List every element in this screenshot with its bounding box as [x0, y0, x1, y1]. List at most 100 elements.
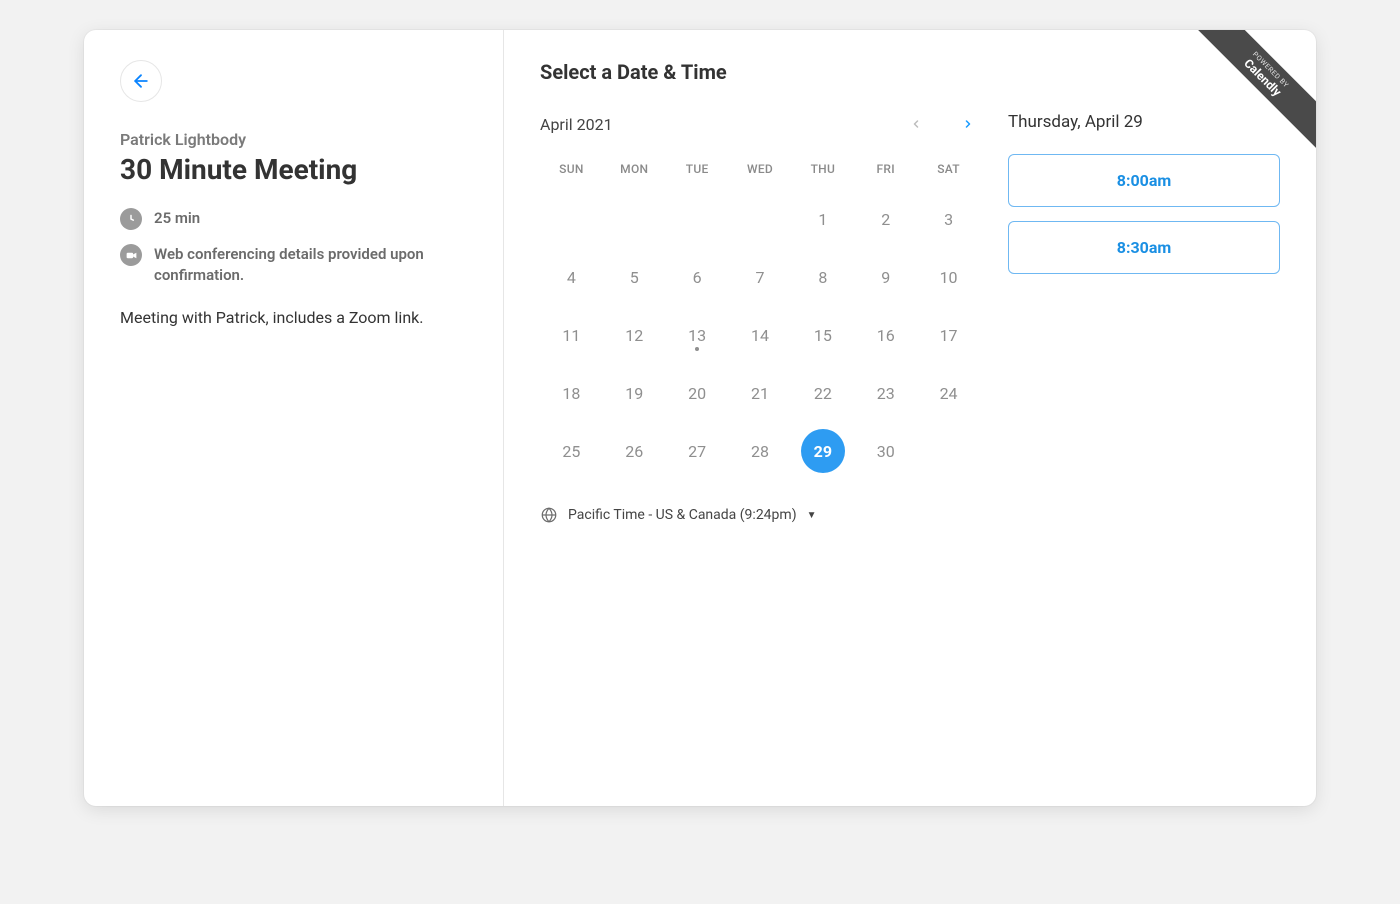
timeslot-button[interactable]: 8:00am — [1008, 154, 1280, 207]
calendar-day[interactable]: 10 — [917, 255, 980, 299]
calendar-day[interactable]: 20 — [666, 371, 729, 415]
dow-sat: SAT — [917, 156, 980, 190]
day-number: 25 — [549, 429, 593, 473]
day-number: 4 — [549, 255, 593, 299]
day-number: 28 — [738, 429, 782, 473]
calendar-week: 18 19 20 21 22 23 24 — [540, 364, 980, 422]
day-number: 22 — [801, 371, 845, 415]
host-name: Patrick Lightbody — [120, 130, 467, 149]
calendar-day[interactable]: 4 — [540, 255, 603, 299]
dow-fri: FRI — [854, 156, 917, 190]
video-icon — [120, 244, 142, 266]
calendar-day[interactable]: 2 — [854, 197, 917, 241]
clock-icon — [120, 208, 142, 230]
caret-down-icon: ▼ — [807, 510, 817, 521]
dow-mon: MON — [603, 156, 666, 190]
calendar-day[interactable]: 16 — [854, 313, 917, 357]
day-number: 15 — [801, 313, 845, 357]
calendar-day[interactable]: 9 — [854, 255, 917, 299]
day-number: 11 — [549, 313, 593, 357]
calendar-day[interactable]: 22 — [791, 371, 854, 415]
day-number: 8 — [801, 255, 845, 299]
duration-row: 25 min — [120, 208, 467, 230]
day-number: 2 — [864, 197, 908, 241]
timezone-selector[interactable]: Pacific Time - US & Canada (9:24pm) ▼ — [540, 506, 980, 524]
calendar-day[interactable]: 26 — [603, 429, 666, 473]
day-number: 12 — [612, 313, 656, 357]
calendar-day[interactable]: 19 — [603, 371, 666, 415]
calendar-day[interactable]: 17 — [917, 313, 980, 357]
calendar-day[interactable]: 5 — [603, 255, 666, 299]
select-date-time-title: Select a Date & Time — [540, 60, 1280, 84]
calendar-grid: 1234567891011121314151617181920212223242… — [540, 190, 980, 480]
booking-card: POWERED BY Calendly Patrick Lightbody 30… — [84, 30, 1316, 806]
calendar-day[interactable]: 6 — [666, 255, 729, 299]
calendar-day[interactable]: 12 — [603, 313, 666, 357]
calendar: April 2021 SUN MON TUE WED T — [540, 112, 980, 524]
date-time-panel: Select a Date & Time April 2021 — [504, 30, 1316, 806]
day-number: 19 — [612, 371, 656, 415]
calendar-header: April 2021 — [540, 112, 980, 136]
chevron-left-icon — [910, 118, 922, 130]
calendar-day[interactable]: 1 — [791, 197, 854, 241]
timeslot-list: 8:00am 8:30am — [1008, 154, 1280, 274]
arrow-left-icon — [131, 71, 151, 91]
dow-sun: SUN — [540, 156, 603, 190]
calendar-day[interactable]: 28 — [729, 429, 792, 473]
back-button[interactable] — [120, 60, 162, 102]
selected-date-label: Thursday, April 29 — [1008, 112, 1280, 132]
day-number: 27 — [675, 429, 719, 473]
calendar-day[interactable]: 24 — [917, 371, 980, 415]
day-number: 10 — [927, 255, 971, 299]
day-number: 1 — [801, 197, 845, 241]
location-row: Web conferencing details provided upon c… — [120, 244, 467, 286]
chevron-right-icon — [962, 118, 974, 130]
calendar-day[interactable]: 29 — [791, 429, 854, 473]
calendar-day[interactable]: 7 — [729, 255, 792, 299]
calendar-week: 123 — [540, 190, 980, 248]
calendar-day[interactable]: 3 — [917, 197, 980, 241]
next-month-button[interactable] — [956, 112, 980, 136]
day-number: 30 — [864, 429, 908, 473]
dow-wed: WED — [729, 156, 792, 190]
calendar-day[interactable]: 15 — [791, 313, 854, 357]
day-number: 24 — [927, 371, 971, 415]
timeslot-button[interactable]: 8:30am — [1008, 221, 1280, 274]
calendar-day[interactable]: 23 — [854, 371, 917, 415]
day-number: 20 — [675, 371, 719, 415]
calendar-day[interactable]: 27 — [666, 429, 729, 473]
calendar-day[interactable]: 25 — [540, 429, 603, 473]
timezone-label: Pacific Time - US & Canada (9:24pm) — [568, 507, 797, 523]
prev-month-button[interactable] — [904, 112, 928, 136]
calendar-day[interactable]: 14 — [729, 313, 792, 357]
day-number: 18 — [549, 371, 593, 415]
calendar-day[interactable]: 8 — [791, 255, 854, 299]
dow-thu: THU — [791, 156, 854, 190]
calendar-week: 25 26 27 28 29 30 — [540, 422, 980, 480]
day-number: 9 — [864, 255, 908, 299]
calendar-day[interactable]: 11 — [540, 313, 603, 357]
location-text: Web conferencing details provided upon c… — [154, 244, 467, 286]
globe-icon — [540, 506, 558, 524]
day-number: 21 — [738, 371, 782, 415]
calendar-week: 456789 10 — [540, 248, 980, 306]
event-description: Meeting with Patrick, includes a Zoom li… — [120, 306, 467, 330]
calendar-day[interactable]: 21 — [729, 371, 792, 415]
calendar-day[interactable]: 13 — [666, 313, 729, 357]
weekday-header: SUN MON TUE WED THU FRI SAT — [540, 156, 980, 190]
day-number: 29 — [801, 429, 845, 473]
calendar-week: 11 121314 15 16 17 — [540, 306, 980, 364]
day-number: 26 — [612, 429, 656, 473]
day-number: 17 — [927, 313, 971, 357]
calendar-day[interactable]: 18 — [540, 371, 603, 415]
day-number: 16 — [864, 313, 908, 357]
day-number: 23 — [864, 371, 908, 415]
day-number: 3 — [927, 197, 971, 241]
timeslots-column: Thursday, April 29 8:00am 8:30am — [1008, 112, 1280, 524]
day-number: 6 — [675, 255, 719, 299]
day-number: 7 — [738, 255, 782, 299]
day-number: 14 — [738, 313, 782, 357]
month-label: April 2021 — [540, 115, 613, 134]
event-title: 30 Minute Meeting — [120, 153, 467, 186]
calendar-day[interactable]: 30 — [854, 429, 917, 473]
